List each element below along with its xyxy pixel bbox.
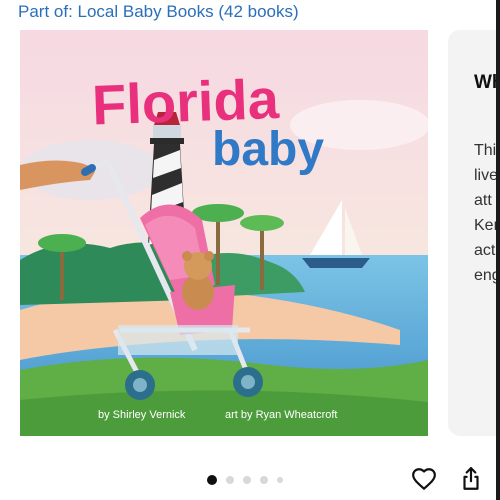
description-card: Wh Thi live att Ker act eng [448,30,500,436]
carousel-indicator[interactable] [207,474,283,486]
carousel-dot-4[interactable] [260,476,268,484]
carousel-dot-3[interactable] [243,476,251,484]
panther-cub [182,251,214,310]
cover-author: by Shirley Vernick [98,409,186,421]
book-cover-image[interactable]: Florida baby by Shirley Vernick art by R… [20,30,428,436]
share-icon[interactable] [458,466,484,492]
heart-icon[interactable] [411,466,437,492]
carousel-dot-1[interactable] [207,475,217,485]
carousel-dot-2[interactable] [226,476,234,484]
cover-illustration: Florida baby by Shirley Vernick art by R… [20,30,428,436]
cover-illustrator: art by Ryan Wheatcroft [225,409,338,421]
series-link[interactable]: Part of: Local Baby Books (42 books) [18,2,299,22]
carousel-dot-5[interactable] [277,477,283,483]
scroll-edge [496,0,500,500]
cover-title-baby: baby [212,123,324,176]
